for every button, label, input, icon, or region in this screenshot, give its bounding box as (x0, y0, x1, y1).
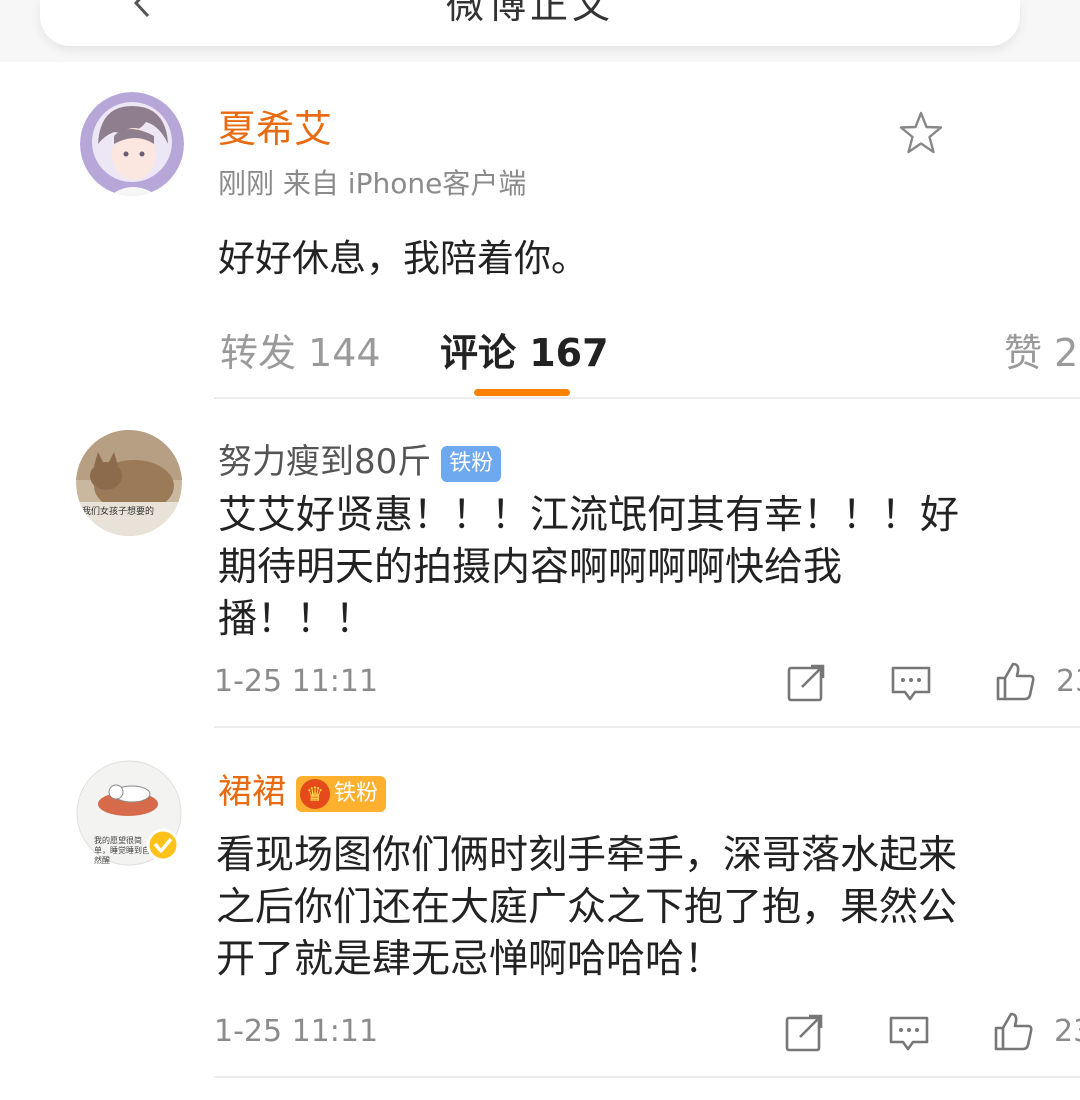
comment-time: 1-25 11:11 (214, 664, 379, 699)
comment-divider (214, 1076, 1080, 1078)
comment-icon[interactable] (888, 1012, 930, 1054)
top-navigation-panel: 微博正文 (40, 0, 1020, 46)
fan-badge: 铁粉 (441, 445, 502, 482)
comment-icon[interactable] (890, 662, 932, 704)
favorite-star-icon[interactable] (898, 110, 944, 156)
like-count: 23 (1054, 1014, 1080, 1049)
like-count: 23 (1056, 664, 1080, 699)
page-title: 微博正文 (445, 0, 614, 27)
tab-likes[interactable]: 赞 2 (1004, 322, 1078, 377)
comment-text: 艾艾好贤惠！！！江流氓何其有幸！！！好期待明天的拍摄内容啊啊啊啊快给我播！！！ (218, 493, 960, 642)
verified-badge-icon (146, 828, 180, 862)
repost-icon[interactable] (786, 662, 828, 704)
comment-username-text: 努力瘦到80斤 (218, 442, 432, 482)
avatar-caption: 我们女孩子想要的 (82, 507, 155, 517)
comment-username[interactable]: 裙裙 ♛ 铁粉 (218, 764, 387, 813)
post-meta: 刚刚 来自 iPhone客户端 (218, 167, 527, 200)
repost-icon[interactable] (784, 1012, 826, 1054)
tab-comments[interactable]: 评论 167 (440, 322, 609, 377)
avatar-caption: 我的愿望很简单，睡觉睡到自然醒 (94, 836, 150, 865)
active-tab-indicator (474, 389, 570, 396)
post-author-avatar[interactable] (80, 92, 184, 196)
post-author-name[interactable]: 夏希艾 (218, 98, 332, 153)
comment-time: 1-25 11:11 (214, 1014, 379, 1049)
weibo-post-page: 微博正文 夏希艾 刚刚 来自 iPhone客户端 好好休息，我陪着你。 转发 1… (0, 0, 1080, 1100)
like-thumb-icon[interactable] (992, 1010, 1034, 1052)
fan-badge-label: 铁粉 (334, 780, 379, 806)
comment-divider (214, 726, 1080, 728)
crown-icon: ♛ (300, 778, 330, 809)
comment-avatar[interactable]: 我的愿望很简单，睡觉睡到自然醒 (76, 760, 182, 866)
post-body: 好好休息，我陪着你。 (218, 237, 588, 280)
post-tabs: 转发 144 评论 167 赞 2 (0, 318, 1080, 399)
tab-repost[interactable]: 转发 144 (220, 322, 381, 377)
fan-badge: ♛ 铁粉 (296, 775, 387, 812)
top-navigation-bar: 微博正文 (0, 0, 1080, 62)
comment-avatar[interactable]: 我们女孩子想要的 (76, 430, 182, 536)
tabs-divider (214, 397, 1080, 399)
like-thumb-icon[interactable] (994, 660, 1036, 702)
comment-username[interactable]: 努力瘦到80斤 铁粉 (218, 434, 502, 483)
comment-username-text: 裙裙 (218, 772, 286, 812)
comment-text: 看现场图你们俩时刻手牵手，深哥落水起来之后你们还在大庭广众之下抱了抱，果然公开了… (216, 833, 958, 982)
